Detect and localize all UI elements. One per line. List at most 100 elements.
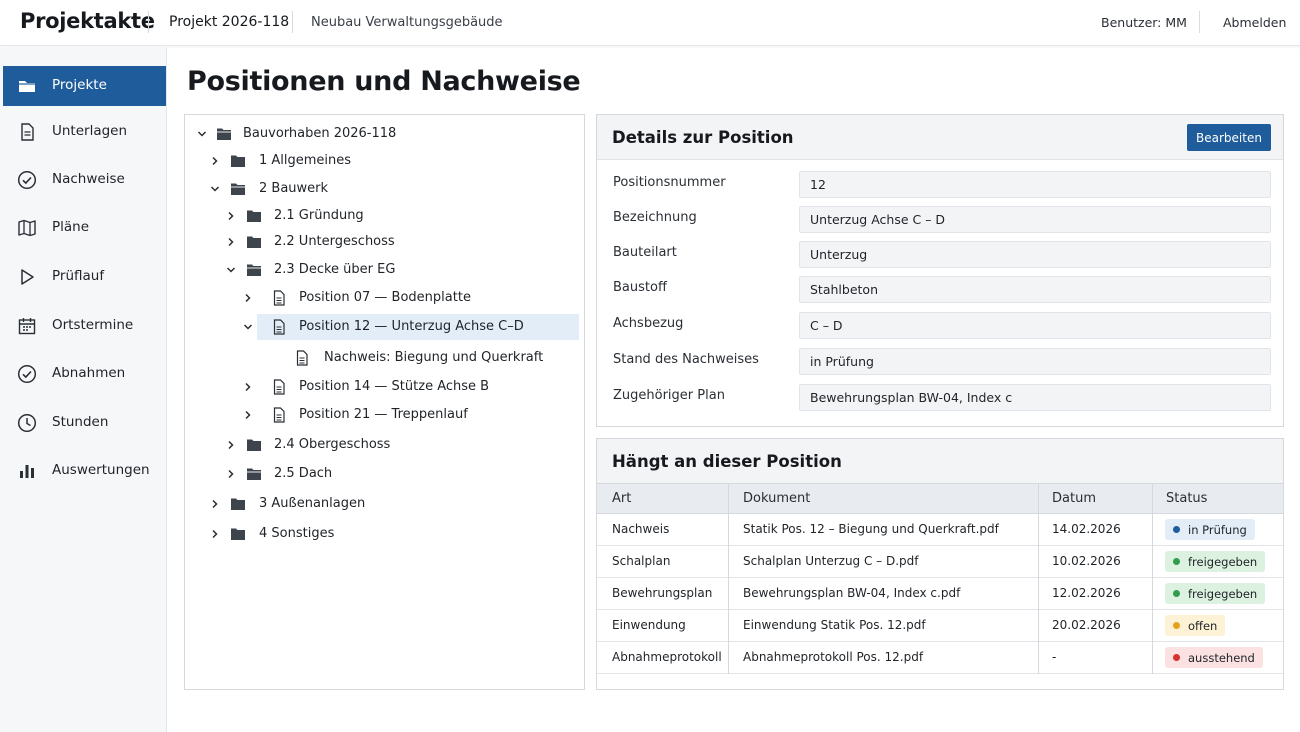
chevron-right-icon[interactable] — [210, 529, 220, 539]
column-header-dokument[interactable]: Dokument — [743, 491, 810, 506]
tree-node-label: 1 Allgemeines — [259, 153, 352, 168]
chevron-right-icon[interactable] — [243, 410, 253, 420]
sidebar-item-prueflauf[interactable]: Prüflauf — [3, 257, 166, 297]
sidebar-item-auswertungen[interactable]: Auswertungen — [3, 451, 166, 491]
sidebar-item-ortstermine[interactable]: Ortstermine — [3, 306, 166, 346]
tree-node-label: 2.1 Gründung — [274, 208, 364, 223]
field-label: Positionsnummer — [613, 175, 726, 190]
calendar-icon — [18, 318, 36, 335]
field-value-stand-des-nachweises[interactable] — [799, 348, 1271, 375]
sidebar-item-label: Ortstermine — [52, 317, 134, 333]
map-icon — [18, 219, 36, 237]
field-value-zugehöriger-plan[interactable] — [799, 384, 1271, 411]
chevron-down-icon[interactable] — [210, 184, 220, 194]
column-header-status[interactable]: Status — [1166, 491, 1207, 506]
cell-art: Bewehrungsplan — [612, 586, 713, 600]
table-row[interactable]: Abnahmeprotokoll Abnahmeprotokoll Pos. 12… — [597, 642, 1283, 674]
table-row[interactable]: Nachweis Statik Pos. 12 – Biegung und Que… — [597, 514, 1283, 546]
tree-node[interactable]: 2.4 Obergeschoss — [185, 432, 583, 458]
cell-dokument[interactable]: Statik Pos. 12 – Biegung und Querkraft.p… — [743, 522, 999, 536]
sidebar-item-abnahmen[interactable]: Abnahmen — [3, 354, 166, 394]
document-icon — [296, 350, 308, 366]
field-value-baustoff[interactable] — [799, 276, 1271, 303]
cell-dokument[interactable]: Bewehrungsplan BW-04, Index c.pdf — [743, 586, 960, 600]
attached-documents-panel: Hängt an dieser Position Art Dokument Da… — [596, 438, 1284, 690]
sidebar-item-projekte[interactable]: Projekte — [3, 66, 166, 106]
column-divider — [1038, 483, 1039, 674]
sidebar-item-label: Stunden — [52, 414, 109, 430]
status-badge: in Prüfung — [1165, 519, 1255, 540]
chevron-right-icon[interactable] — [226, 237, 236, 247]
status-badge: ausstehend — [1165, 647, 1263, 668]
folder-open-icon — [247, 264, 261, 276]
tree-node-label: 2.2 Untergeschoss — [274, 234, 395, 249]
tree-node[interactable]: 2.2 Untergeschoss — [185, 229, 583, 255]
sidebar-item-label: Prüflauf — [52, 268, 105, 284]
field-label: Stand des Nachweises — [613, 352, 759, 367]
clock-icon — [17, 413, 37, 433]
tree-node[interactable]: Position 14 — Stütze Achse B — [185, 374, 583, 400]
column-header-art[interactable]: Art — [612, 491, 631, 506]
tree-node[interactable]: 2.1 Gründung — [185, 203, 583, 229]
chevron-down-icon[interactable] — [226, 265, 236, 275]
tree-node-label: 2.4 Obergeschoss — [274, 437, 391, 452]
folder-icon — [19, 81, 35, 92]
field-value-bezeichnung[interactable] — [799, 206, 1271, 233]
sidebar-item-label: Auswertungen — [52, 462, 150, 478]
logout-link[interactable]: Abmelden — [1223, 15, 1286, 30]
chevron-down-icon[interactable] — [197, 129, 207, 139]
tree-node[interactable]: Position 07 — Bodenplatte — [185, 285, 583, 311]
tree-node[interactable]: 2 Bauwerk — [185, 176, 583, 202]
tree-node-selected[interactable]: Position 12 — Unterzug Achse C–D — [243, 314, 579, 340]
column-divider — [1152, 483, 1153, 674]
column-header-datum[interactable]: Datum — [1052, 491, 1096, 506]
tree-node[interactable]: 2.3 Decke über EG — [185, 257, 583, 283]
tree-node[interactable]: Position 21 — Treppenlauf — [185, 402, 583, 428]
check-circle-icon — [17, 170, 37, 190]
tree-node[interactable]: 2.5 Dach — [185, 461, 583, 487]
chevron-right-icon[interactable] — [226, 469, 236, 479]
table-row[interactable]: Schalplan Schalplan Unterzug C – D.pdf 10.… — [597, 546, 1283, 578]
sidebar-item-label: Nachweise — [52, 171, 125, 187]
cell-dokument[interactable]: Einwendung Statik Pos. 12.pdf — [743, 618, 926, 632]
status-badge: freigegeben — [1165, 551, 1266, 572]
status-dot-icon — [1173, 526, 1180, 533]
field-value-achsbezug[interactable] — [799, 312, 1271, 339]
chevron-right-icon[interactable] — [243, 382, 253, 392]
field-value-bauteilart[interactable] — [799, 241, 1271, 268]
sidebar-item-plaene[interactable]: Pläne — [3, 208, 166, 248]
tree-node[interactable]: Bauvorhaben 2026-118 — [185, 121, 583, 147]
chevron-right-icon[interactable] — [243, 293, 253, 303]
tree-node[interactable]: Nachweis: Biegung und Querkraft — [185, 345, 583, 371]
edit-button[interactable]: Bearbeiten — [1187, 124, 1271, 151]
document-icon — [273, 407, 285, 423]
table-row[interactable]: Bewehrungsplan Bewehrungsplan BW-04, Inde… — [597, 578, 1283, 610]
bar-chart-icon — [20, 465, 34, 478]
chevron-right-icon[interactable] — [226, 440, 236, 450]
sidebar-item-unterlagen[interactable]: Unterlagen — [3, 112, 166, 152]
document-icon — [273, 319, 285, 335]
tree-node-label: Position 12 — Unterzug Achse C–D — [299, 319, 524, 334]
chevron-right-icon[interactable] — [226, 211, 236, 221]
table-row[interactable]: Einwendung Einwendung Statik Pos. 12.pdf 2… — [597, 610, 1283, 642]
panel-title: Details zur Position — [612, 128, 794, 147]
cell-dokument[interactable]: Schalplan Unterzug C – D.pdf — [743, 554, 919, 568]
tree-node[interactable]: 1 Allgemeines — [185, 148, 583, 174]
project-number: Projekt 2026-118 — [169, 14, 290, 30]
tree-node-label: Position 14 — Stütze Achse B — [299, 379, 490, 394]
field-value-positionsnummer[interactable] — [799, 171, 1271, 198]
status-text: offen — [1188, 618, 1218, 633]
sidebar-item-nachweise[interactable]: Nachweise — [3, 160, 166, 200]
chevron-right-icon[interactable] — [210, 499, 220, 509]
sidebar-item-label: Pläne — [52, 219, 90, 235]
sidebar-item-label: Unterlagen — [52, 123, 128, 139]
folder-icon — [247, 236, 261, 248]
sidebar-item-stunden[interactable]: Stunden — [3, 403, 166, 443]
tree-node[interactable]: 3 Außenanlagen — [185, 491, 583, 517]
position-tree: Bauvorhaben 2026-118 1 Allgemeines 2 Bauwe… — [184, 114, 585, 690]
chevron-down-icon[interactable] — [243, 322, 253, 332]
cell-dokument[interactable]: Abnahmeprotokoll Pos. 12.pdf — [743, 650, 923, 664]
chevron-right-icon[interactable] — [210, 156, 220, 166]
tree-node[interactable]: 4 Sonstiges — [185, 521, 583, 547]
panel-header: Hängt an dieser Position — [597, 439, 1283, 483]
